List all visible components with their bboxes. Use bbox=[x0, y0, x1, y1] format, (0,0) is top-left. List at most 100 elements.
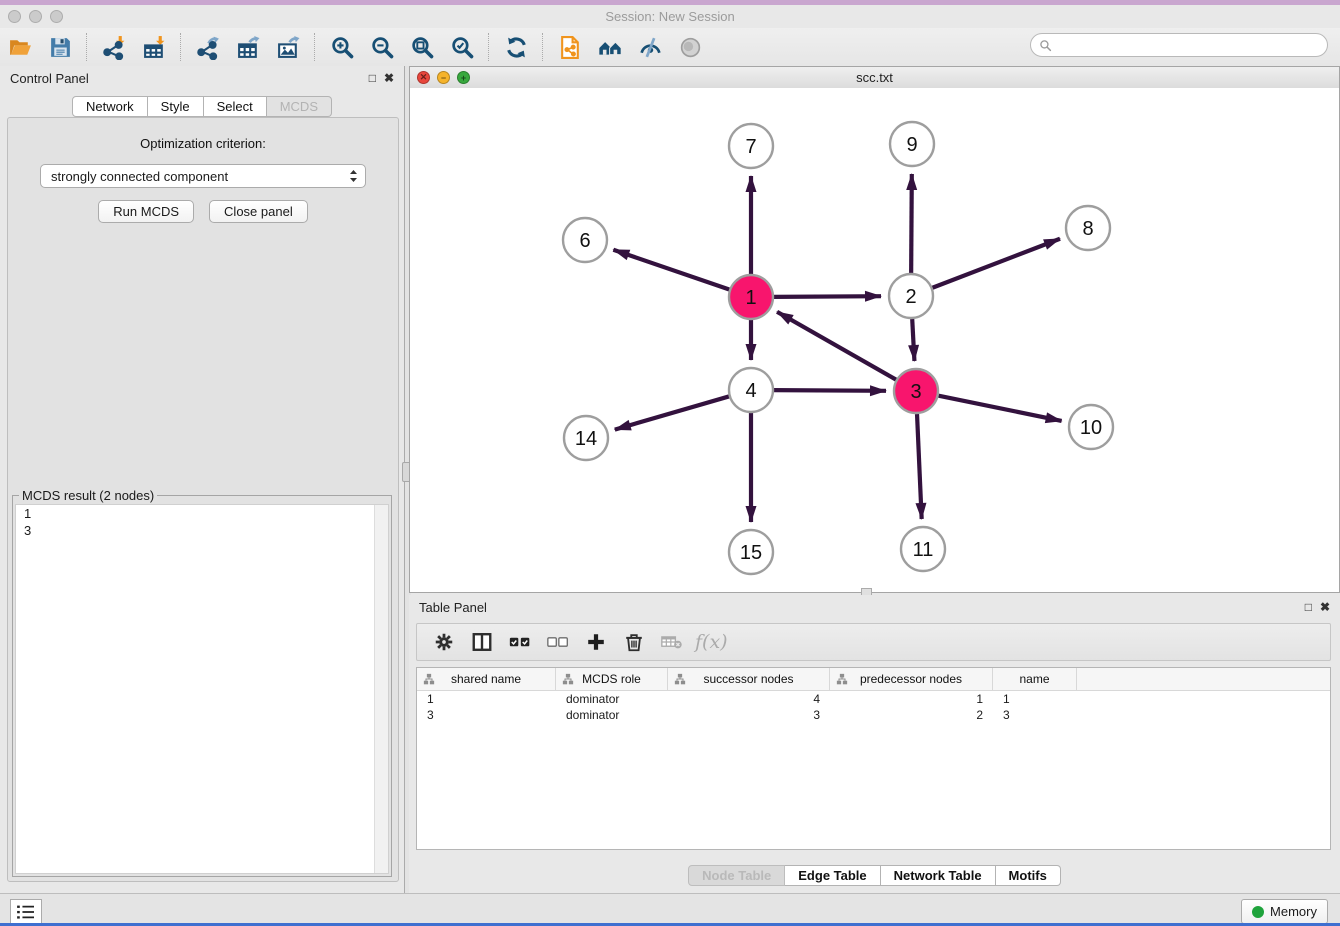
task-history-button[interactable] bbox=[10, 899, 42, 925]
save-session-button[interactable] bbox=[40, 31, 80, 63]
zoom-out-button[interactable] bbox=[362, 31, 402, 63]
close-panel-button[interactable]: Close panel bbox=[209, 200, 308, 223]
graph-node-8[interactable]: 8 bbox=[1066, 206, 1110, 250]
run-mcds-button[interactable]: Run MCDS bbox=[98, 200, 194, 223]
table-cell: 1 bbox=[830, 691, 993, 707]
table-toolbar: f(x) bbox=[416, 623, 1331, 661]
tab-network[interactable]: Network bbox=[72, 96, 148, 117]
table-cell: 1 bbox=[993, 691, 1077, 707]
criterion-value: strongly connected component bbox=[51, 169, 348, 184]
edge-3-11[interactable] bbox=[917, 414, 922, 519]
edge-4-14[interactable] bbox=[615, 396, 729, 429]
svg-text:6: 6 bbox=[579, 230, 590, 252]
import-table-icon bbox=[142, 35, 167, 60]
svg-text:15: 15 bbox=[740, 542, 762, 564]
edge-3-10[interactable] bbox=[939, 396, 1062, 421]
tab-network-table[interactable]: Network Table bbox=[881, 865, 996, 886]
tab-select[interactable]: Select bbox=[204, 96, 267, 117]
vizmap-button[interactable] bbox=[630, 31, 670, 63]
toolbar-separator bbox=[86, 33, 88, 61]
close-panel-icon[interactable]: ✖ bbox=[384, 71, 394, 85]
edge-3-1[interactable] bbox=[777, 312, 896, 380]
float-panel-icon[interactable]: □ bbox=[369, 71, 376, 85]
open-session-button[interactable] bbox=[0, 31, 40, 63]
edge-4-3[interactable] bbox=[774, 390, 886, 391]
edge-2-8[interactable] bbox=[932, 239, 1060, 288]
zoom-in-icon bbox=[330, 35, 355, 60]
unchecked-boxes-icon bbox=[547, 631, 569, 653]
search-input[interactable] bbox=[1030, 33, 1328, 57]
mcds-result-group: MCDS result (2 nodes) 13 bbox=[12, 495, 392, 877]
table-row[interactable]: 3dominator323 bbox=[417, 707, 1330, 723]
status-bar: Memory bbox=[0, 893, 1340, 926]
graph-node-7[interactable]: 7 bbox=[729, 124, 773, 168]
export-table-button[interactable] bbox=[228, 31, 268, 63]
column-header-shared-name[interactable]: shared name bbox=[417, 668, 556, 690]
table-cell: dominator bbox=[556, 707, 668, 723]
deselect-all-button[interactable] bbox=[539, 627, 577, 657]
table-row[interactable]: 1dominator411 bbox=[417, 691, 1330, 707]
export-table-icon bbox=[236, 35, 261, 60]
graph-node-10[interactable]: 10 bbox=[1069, 405, 1113, 449]
import-network-button[interactable] bbox=[94, 31, 134, 63]
table-cell: 2 bbox=[830, 707, 993, 723]
import-table-button[interactable] bbox=[134, 31, 174, 63]
node-table[interactable]: shared nameMCDS rolesuccessor nodesprede… bbox=[416, 667, 1331, 850]
graph-node-15[interactable]: 15 bbox=[729, 530, 773, 574]
graph-node-1[interactable]: 1 bbox=[729, 275, 773, 319]
column-attr-icon bbox=[674, 673, 686, 685]
export-image-button[interactable] bbox=[268, 31, 308, 63]
eye-slash-icon bbox=[638, 35, 663, 60]
tab-edge-table[interactable]: Edge Table bbox=[785, 865, 880, 886]
network-from-file-button[interactable] bbox=[550, 31, 590, 63]
column-header-MCDS-role[interactable]: MCDS role bbox=[556, 668, 668, 690]
zoom-in-button[interactable] bbox=[322, 31, 362, 63]
home-button[interactable] bbox=[590, 31, 630, 63]
memory-button[interactable]: Memory bbox=[1241, 899, 1328, 924]
table-panel: Table Panel □ ✖ bbox=[409, 595, 1340, 893]
zoom-selected-button[interactable] bbox=[442, 31, 482, 63]
graph-node-14[interactable]: 14 bbox=[564, 416, 608, 460]
result-scrollbar[interactable] bbox=[374, 505, 388, 873]
select-stepper-icon bbox=[348, 168, 359, 184]
function-builder-button[interactable]: f(x) bbox=[695, 631, 728, 653]
close-table-panel-icon[interactable]: ✖ bbox=[1320, 600, 1330, 614]
graph-node-9[interactable]: 9 bbox=[890, 122, 934, 166]
add-row-button[interactable] bbox=[577, 627, 615, 657]
graph-node-2[interactable]: 2 bbox=[889, 274, 933, 318]
criterion-select[interactable]: strongly connected component bbox=[40, 164, 366, 188]
float-table-panel-icon[interactable]: □ bbox=[1305, 600, 1312, 614]
show-columns-button[interactable] bbox=[463, 627, 501, 657]
birds-eye-button[interactable] bbox=[670, 31, 710, 63]
network-window-titlebar[interactable]: ✕ − + scc.txt bbox=[410, 67, 1339, 89]
table-settings-button[interactable] bbox=[425, 627, 463, 657]
tab-mcds[interactable]: MCDS bbox=[267, 96, 332, 117]
tab-style[interactable]: Style bbox=[148, 96, 204, 117]
export-network-button[interactable] bbox=[188, 31, 228, 63]
control-panel-tabs: NetworkStyleSelectMCDS bbox=[0, 96, 404, 117]
refresh-view-button[interactable] bbox=[496, 31, 536, 63]
edge-2-3[interactable] bbox=[912, 319, 914, 361]
column-header-successor-nodes[interactable]: successor nodes bbox=[668, 668, 830, 690]
column-header-name[interactable]: name bbox=[993, 668, 1077, 690]
edge-2-9[interactable] bbox=[911, 174, 912, 273]
zoom-fit-button[interactable] bbox=[402, 31, 442, 63]
delete-table-button[interactable] bbox=[653, 627, 691, 657]
tab-motifs[interactable]: Motifs bbox=[996, 865, 1061, 886]
graph-node-4[interactable]: 4 bbox=[729, 368, 773, 412]
network-graph-canvas[interactable]: 7 9 6 8 1 2 4 3 14 10 15 11 bbox=[410, 88, 1339, 592]
select-all-button[interactable] bbox=[501, 627, 539, 657]
column-header-predecessor-nodes[interactable]: predecessor nodes bbox=[830, 668, 993, 690]
table-cell: 3 bbox=[417, 707, 556, 723]
edge-1-6[interactable] bbox=[613, 250, 729, 290]
svg-text:14: 14 bbox=[575, 428, 597, 450]
graph-node-3[interactable]: 3 bbox=[894, 369, 938, 413]
delete-row-button[interactable] bbox=[615, 627, 653, 657]
edge-1-2[interactable] bbox=[774, 296, 881, 297]
search-icon bbox=[1039, 39, 1052, 52]
svg-text:10: 10 bbox=[1080, 417, 1102, 439]
mcds-result-list[interactable]: 13 bbox=[15, 504, 389, 874]
graph-node-6[interactable]: 6 bbox=[563, 218, 607, 262]
graph-node-11[interactable]: 11 bbox=[901, 527, 945, 571]
tab-node-table[interactable]: Node Table bbox=[688, 865, 785, 886]
